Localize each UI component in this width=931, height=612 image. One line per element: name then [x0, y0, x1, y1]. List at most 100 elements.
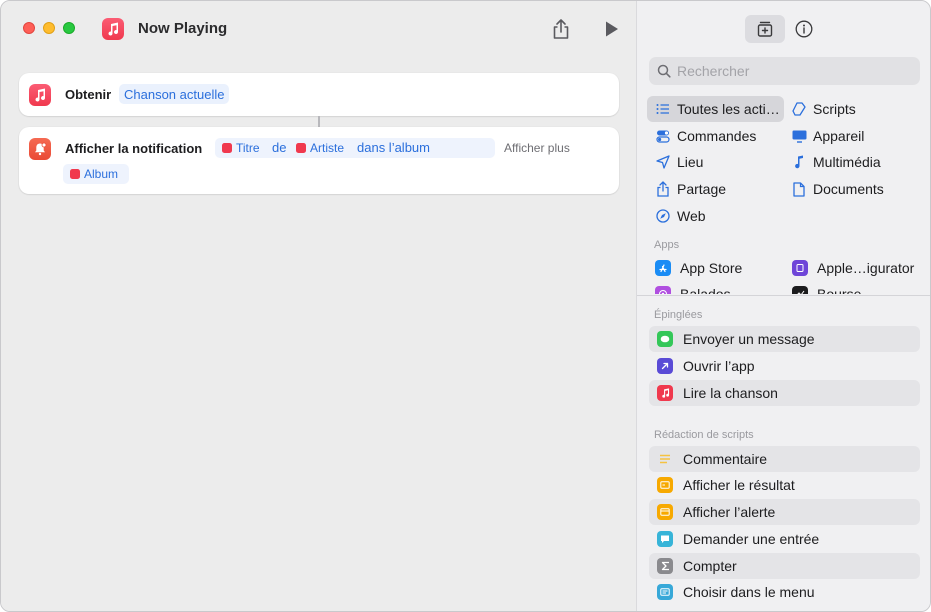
- app-label: App Store: [680, 260, 743, 276]
- action-library-tab[interactable]: [745, 15, 785, 43]
- app-apple-configurator[interactable]: Apple…igurator: [792, 258, 914, 278]
- close-window-button[interactable]: [23, 22, 35, 34]
- category-device[interactable]: Appareil: [791, 123, 864, 149]
- album-variable-chip[interactable]: Album: [70, 167, 118, 181]
- script-show-alert[interactable]: Afficher l’alerte: [649, 499, 920, 525]
- category-media[interactable]: Multimédia: [791, 149, 881, 175]
- category-label: Scripts: [813, 101, 856, 117]
- comment-lines-icon: [657, 451, 673, 467]
- sigma-icon: [657, 558, 673, 574]
- share-icon: [553, 19, 569, 39]
- pinned-send-message[interactable]: Envoyer un message: [649, 326, 920, 352]
- details-tab[interactable]: [795, 20, 813, 38]
- menu-list-icon: [657, 584, 673, 600]
- script-comment[interactable]: Commentaire: [649, 446, 920, 472]
- action-show-notification[interactable]: Afficher la notification Titre de Artist…: [19, 127, 619, 194]
- show-more-button[interactable]: Afficher plus: [504, 141, 570, 155]
- category-scripts[interactable]: Scripts: [791, 96, 856, 122]
- action-label: Demander une entrée: [683, 531, 820, 547]
- apple-configurator-icon: [792, 260, 808, 276]
- body-text-de: de: [272, 140, 287, 155]
- category-all-actions[interactable]: Toutes les acti…: [647, 96, 784, 122]
- search-icon: [657, 64, 671, 78]
- info-icon: [795, 20, 813, 38]
- music-app-icon: [222, 143, 232, 153]
- chip-label: Album: [84, 167, 119, 181]
- location-arrow-icon: [655, 154, 671, 170]
- app-app-store[interactable]: App Store: [655, 258, 742, 278]
- share-button[interactable]: [551, 18, 571, 40]
- shortcut-title[interactable]: Now Playing: [138, 20, 227, 37]
- script-choose-from-menu[interactable]: Choisir dans le menu: [649, 579, 920, 605]
- action-get-current-song[interactable]: Obtenir Chanson actuelle: [19, 73, 619, 116]
- list-icon: [655, 101, 671, 117]
- apps-list: App Store Apple…igurator Balados Bourse: [637, 256, 930, 294]
- scripting-section-label: Rédaction de scripts: [654, 429, 754, 441]
- notification-bell-icon: [29, 138, 51, 160]
- speech-bubble-icon: [657, 531, 673, 547]
- apps-section-label: Apps: [654, 239, 680, 251]
- app-store-icon: [655, 260, 671, 276]
- pinned-section-label: Épinglées: [654, 309, 703, 321]
- sidebar-divider: [637, 295, 930, 296]
- script-count[interactable]: Compter: [649, 553, 920, 579]
- chip-label: Titre: [236, 141, 260, 155]
- category-controls[interactable]: Commandes: [655, 123, 756, 149]
- action-label: Lire la chanson: [683, 385, 778, 401]
- music-app-icon: [102, 18, 124, 40]
- action-connector: [318, 116, 320, 127]
- category-label: Toutes les acti…: [677, 101, 780, 117]
- category-label: Documents: [813, 181, 884, 197]
- action-label: Afficher le résultat: [683, 477, 795, 493]
- script-show-result[interactable]: Afficher le résultat: [649, 472, 920, 498]
- run-button[interactable]: [604, 20, 620, 38]
- action-label: Ouvrir l’app: [683, 358, 755, 374]
- zoom-window-button[interactable]: [63, 22, 75, 34]
- music-app-icon: [657, 385, 673, 401]
- podcasts-icon: [655, 286, 671, 294]
- display-icon: [791, 128, 807, 144]
- music-app-icon: [70, 169, 80, 179]
- action-label: Envoyer un message: [683, 331, 815, 347]
- action-label: Choisir dans le menu: [683, 584, 815, 600]
- share-icon: [655, 181, 671, 197]
- category-sharing[interactable]: Partage: [655, 176, 726, 202]
- editor-pane: Now Playing Obtenir Chanson actuelle Aff…: [1, 1, 636, 611]
- scripts-icon: [791, 101, 807, 117]
- category-web[interactable]: Web: [655, 203, 706, 229]
- compass-icon: [655, 208, 671, 224]
- category-label: Partage: [677, 181, 727, 197]
- library-add-icon: [757, 21, 773, 37]
- messages-icon: [657, 331, 673, 347]
- title-variable-chip[interactable]: Titre: [222, 141, 260, 155]
- pinned-open-app[interactable]: Ouvrir l’app: [649, 353, 920, 379]
- script-ask-input[interactable]: Demander une entrée: [649, 526, 920, 552]
- app-label: Apple…igurator: [817, 260, 915, 276]
- play-icon: [606, 21, 618, 37]
- document-icon: [791, 181, 807, 197]
- pinned-play-song[interactable]: Lire la chanson: [649, 380, 920, 406]
- open-app-arrow-icon: [657, 358, 673, 374]
- action-label: Afficher l’alerte: [683, 504, 776, 520]
- music-app-icon: [29, 84, 51, 106]
- action-label: Compter: [683, 558, 737, 574]
- music-note-icon: [791, 154, 807, 170]
- action-library-sidebar: Toutes les acti… Scripts Commandes Appar…: [636, 1, 930, 611]
- action-label: Afficher la notification: [65, 141, 203, 156]
- category-documents[interactable]: Documents: [791, 176, 884, 202]
- artist-variable-chip[interactable]: Artiste: [296, 141, 344, 155]
- toggles-icon: [655, 128, 671, 144]
- music-app-icon: [296, 143, 306, 153]
- category-label: Appareil: [813, 128, 865, 144]
- search-input[interactable]: [677, 61, 912, 81]
- body-text-album: dans l’album: [357, 140, 430, 155]
- action-search-box[interactable]: [649, 57, 920, 85]
- app-stocks[interactable]: Bourse: [792, 284, 861, 294]
- category-location[interactable]: Lieu: [655, 149, 703, 175]
- category-label: Multimédia: [813, 154, 881, 170]
- current-song-token[interactable]: Chanson actuelle: [119, 84, 230, 104]
- stocks-icon: [792, 286, 808, 294]
- minimize-window-button[interactable]: [43, 22, 55, 34]
- app-podcasts[interactable]: Balados: [655, 284, 731, 294]
- action-label: Obtenir: [65, 87, 112, 102]
